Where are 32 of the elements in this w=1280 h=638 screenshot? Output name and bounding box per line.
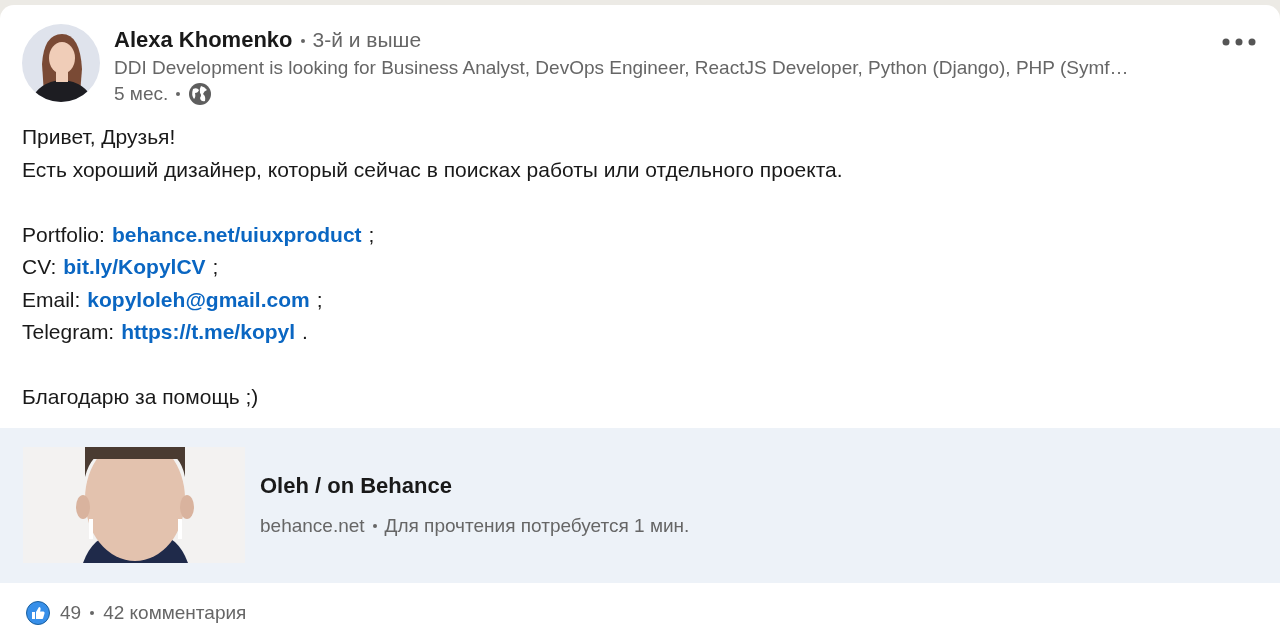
link-label: Portfolio: bbox=[22, 221, 105, 248]
reaction-count[interactable]: 49 bbox=[60, 601, 82, 624]
separator-dot bbox=[176, 92, 181, 96]
link[interactable]: behance.net/uiuxproduct bbox=[111, 218, 362, 251]
like-icon bbox=[26, 600, 50, 625]
author-headline: DDI Development is looking for Business Analyst, DevOps Engineer, ReactJS Developer, Python (Django), PHP (Symf… bbox=[114, 56, 1130, 80]
punctuation: ; bbox=[316, 286, 323, 313]
punctuation: . bbox=[302, 319, 308, 345]
more-icon bbox=[1222, 38, 1256, 46]
read-time: Для прочтения потребуется 1 мин. bbox=[384, 515, 690, 537]
link-label: CV: bbox=[22, 254, 57, 280]
globe-icon bbox=[188, 82, 213, 106]
post-time: 5 мес. bbox=[114, 83, 169, 105]
separator-dot bbox=[372, 524, 377, 528]
punctuation: ; bbox=[212, 254, 219, 280]
comment-count[interactable]: 42 комментария bbox=[103, 601, 247, 624]
link[interactable]: kopyloleh@gmail.com bbox=[87, 283, 310, 316]
author-name[interactable]: Alexa Khomenko bbox=[114, 27, 293, 53]
link[interactable]: https://t.me/kopyl bbox=[121, 316, 296, 349]
punctuation: ; bbox=[368, 221, 375, 248]
post-text: Привет, Друзья! bbox=[22, 124, 176, 150]
post-text: Благодарю за помощь ;) bbox=[22, 384, 259, 410]
link-label: Telegram: bbox=[22, 319, 115, 345]
separator-dot bbox=[300, 39, 305, 43]
connection-degree: 3-й и выше bbox=[312, 28, 422, 52]
link-preview[interactable]: Oleh / on Behance behance.net Для прочтения потребуется 1 мин. bbox=[0, 427, 1280, 583]
separator-dot bbox=[90, 610, 95, 615]
post-text: Есть хороший дизайнер, который сейчас в поисках работы или отдельного проекта. bbox=[22, 156, 843, 183]
link-label: Email: bbox=[22, 286, 81, 313]
preview-title: Oleh / on Behance bbox=[260, 473, 453, 499]
preview-source: behance.net bbox=[260, 515, 365, 537]
link[interactable]: bit.ly/KopylCV bbox=[63, 251, 206, 284]
